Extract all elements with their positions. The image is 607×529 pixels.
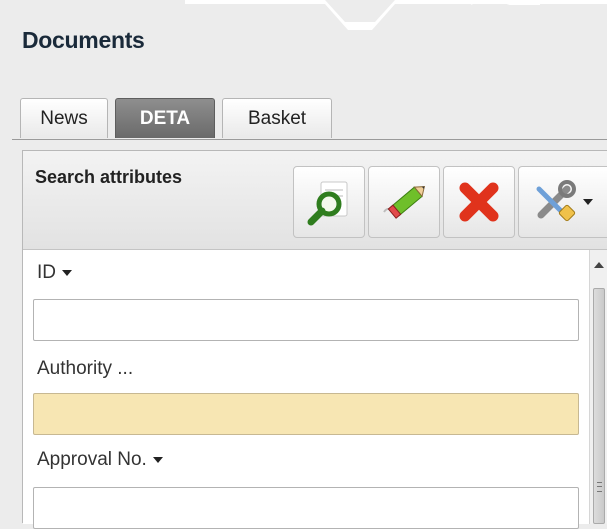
panel-header: Search attributes [23, 151, 607, 250]
tab-deta[interactable]: DETA [115, 98, 215, 138]
header-band: Documents [0, 0, 607, 95]
chevron-down-icon [152, 457, 163, 463]
search-form: ID Authority ... Approval No. [23, 250, 589, 529]
scroll-up-arrow-icon[interactable] [594, 262, 604, 268]
magnifier-icon [307, 181, 348, 226]
pencil-icon [383, 186, 426, 219]
search-attributes-panel: Search attributes ID Authority ... Appro… [22, 150, 607, 529]
chevron-down-icon [583, 199, 593, 205]
red-x-icon [459, 182, 499, 222]
scrollbar-thumb[interactable] [593, 288, 605, 524]
field-label-id[interactable]: ID [37, 262, 72, 284]
tab-news[interactable]: News [20, 98, 108, 138]
field-label-authority: Authority ... [37, 358, 134, 379]
tab-basket[interactable]: Basket [222, 98, 332, 138]
grip-icon [597, 482, 602, 492]
field-label-approval-no[interactable]: Approval No. [37, 449, 163, 471]
search-button[interactable] [293, 166, 365, 238]
delete-button[interactable] [443, 166, 515, 238]
decorative-shape [185, 0, 607, 30]
authority-input[interactable] [33, 393, 579, 435]
edit-button[interactable] [368, 166, 440, 238]
id-input[interactable] [33, 299, 579, 341]
tab-bar: News DETA Basket [12, 95, 607, 140]
page-title: Documents [22, 27, 145, 53]
chevron-down-icon [62, 270, 72, 276]
tools-button[interactable] [518, 166, 607, 238]
tools-icon [536, 180, 576, 222]
vertical-scrollbar[interactable] [589, 250, 607, 524]
panel-title: Search attributes [35, 167, 183, 187]
